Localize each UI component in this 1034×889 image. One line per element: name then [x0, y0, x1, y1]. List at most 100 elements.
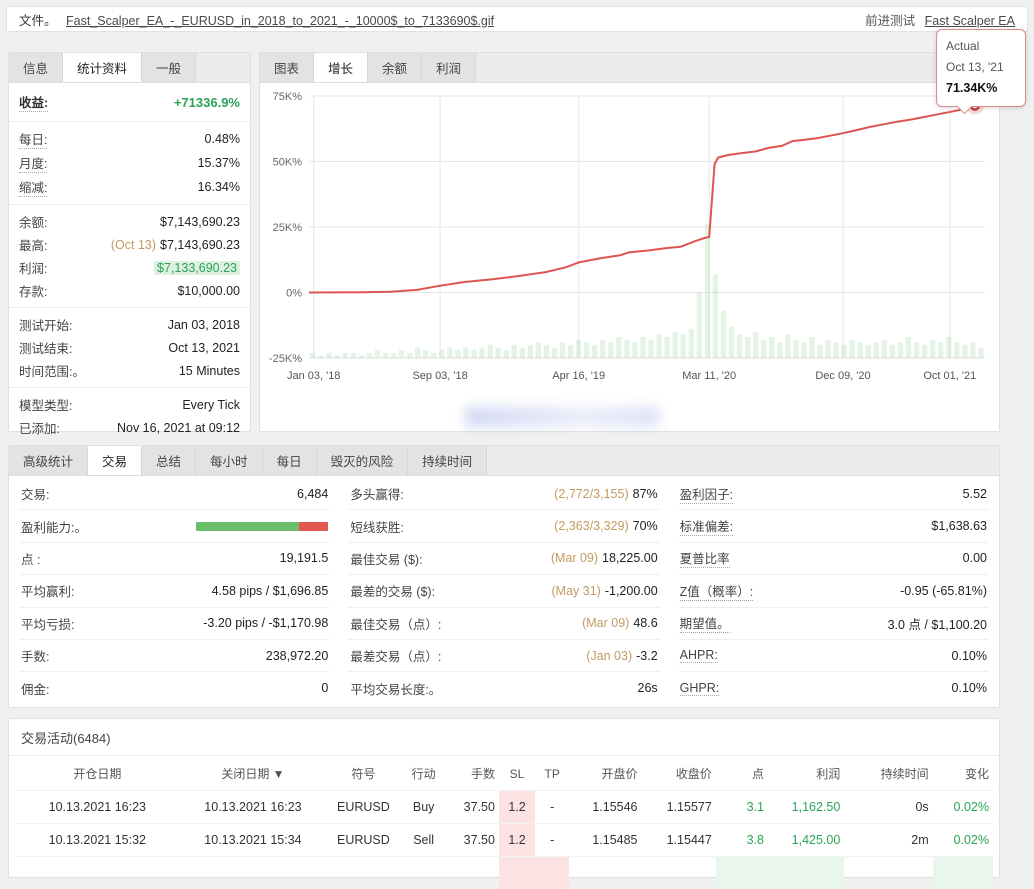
tab-statistics[interactable]: 统计资料: [63, 53, 142, 82]
svg-text:25K%: 25K%: [273, 222, 303, 234]
stat-cell: 最差的交易 ($):(May 31)-1,200.00: [348, 575, 659, 607]
info-label: 已添加:: [19, 418, 60, 437]
stat-value: 238,972.20: [266, 649, 329, 663]
tab-info[interactable]: 信息: [9, 53, 63, 82]
stat-value: -0.95 (-65.81%): [900, 584, 987, 598]
forward-test-link[interactable]: Fast Scalper EA: [925, 14, 1015, 28]
info-row: 时间范围:。15 Minutes: [9, 359, 250, 382]
info-group: 模型类型:Every Tick已添加:Nov 16, 2021 at 09:12: [9, 388, 250, 444]
col-header-open-price[interactable]: 开盘价: [569, 756, 641, 791]
stat-cell: 期望值。 3.0 点 / $1,100.20: [678, 608, 989, 640]
stat-label: 最差交易（点）:: [350, 646, 441, 665]
topbar: 文件。 Fast_Scalper_EA_-_EURUSD_in_2018_to_…: [6, 6, 1028, 32]
stat-value: (Jan 03)-3.2: [586, 649, 657, 663]
col-header-points[interactable]: 点: [716, 756, 768, 791]
tab-duration[interactable]: 持续时间: [408, 446, 487, 475]
cell-duration: 2m: [844, 824, 932, 857]
stat-cell: 平均赢利:4.58 pips / $1,696.85: [19, 575, 330, 607]
stat-value: 26s: [638, 681, 658, 695]
tab-risk-of-ruin[interactable]: 毁灭的风险: [317, 446, 409, 475]
chart-tabstrip: 图表增长余额利润: [260, 53, 999, 83]
stat-cell: 最差交易（点）: (Jan 03)-3.2: [348, 640, 659, 672]
svg-text:50K%: 50K%: [273, 157, 303, 169]
stat-cell: 最佳交易 ($):(Mar 09)18,225.00: [348, 543, 659, 575]
tab-advanced[interactable]: 高级统计: [9, 446, 88, 475]
stat-value-date: (Mar 09): [582, 616, 629, 630]
stat-value: (Mar 09)18,225.00: [551, 551, 658, 565]
info-row: 存款:$10,000.00: [9, 279, 250, 302]
info-value: 15 Minutes: [179, 364, 240, 378]
svg-text:75K%: 75K%: [273, 91, 303, 103]
info-label: 余额:: [19, 212, 47, 231]
col-header-lots[interactable]: 手数: [449, 756, 499, 791]
svg-text:Apr 16, '19: Apr 16, '19: [552, 370, 605, 382]
col-header-close-price[interactable]: 收盘价: [642, 756, 716, 791]
stat-value: 5.52: [963, 487, 987, 501]
tab-chart[interactable]: 图表: [260, 53, 314, 82]
info-row: 测试开始:Jan 03, 2018: [9, 313, 250, 336]
col-header-tp[interactable]: TP: [535, 756, 569, 791]
cell-sl: 1.2: [499, 824, 535, 857]
file-link[interactable]: Fast_Scalper_EA_-_EURUSD_in_2018_to_2021…: [66, 14, 494, 28]
stat-label[interactable]: GHPR:: [680, 681, 720, 696]
trade-row[interactable]: 10.13.2021 15:3210.13.2021 15:34EURUSDSe…: [17, 824, 993, 857]
stat-label[interactable]: 盈利因子:: [680, 484, 733, 504]
col-header-duration[interactable]: 持续时间: [844, 756, 932, 791]
cell-action: Buy: [399, 791, 449, 824]
trade-row-partial[interactable]: [17, 857, 993, 889]
info-value: 15.37%: [198, 156, 240, 170]
stat-label[interactable]: AHPR:: [680, 648, 718, 663]
stat-value: 0.10%: [952, 681, 987, 695]
svg-text:0%: 0%: [286, 288, 302, 300]
info-label[interactable]: 收益:: [19, 92, 48, 112]
stat-cell: 短线获胜:(2,363/3,329)70%: [348, 510, 659, 542]
col-header-action[interactable]: 行动: [399, 756, 449, 791]
stats-tabstrip: 高级统计交易总结每小时每日毁灭的风险持续时间: [9, 446, 999, 476]
stat-cell: AHPR:0.10%: [678, 640, 989, 672]
tab-hourly[interactable]: 每小时: [196, 446, 263, 475]
info-value: Nov 16, 2021 at 09:12: [117, 421, 240, 435]
tab-balance[interactable]: 余额: [368, 53, 422, 82]
info-row: 测试结束:Oct 13, 2021: [9, 336, 250, 359]
tab-summary[interactable]: 总结: [142, 446, 196, 475]
growth-chart[interactable]: 75K%50K%25K%0%-25K%Jan 03, '18Sep 03, '1…: [263, 86, 997, 398]
col-header-symbol[interactable]: 符号: [328, 756, 398, 791]
stat-label[interactable]: Z值（概率）:: [680, 581, 754, 601]
stat-value: 3.0 点 / $1,100.20: [888, 614, 987, 633]
cell-close-price: 1.15577: [642, 791, 716, 824]
stat-label[interactable]: 标准偏差:: [680, 516, 733, 536]
trades-table: 开仓日期关闭日期 ▼符号行动手数SLTP开盘价收盘价点利润持续时间变化10.13…: [17, 756, 993, 889]
tab-growth[interactable]: 增长: [314, 53, 368, 82]
stat-label[interactable]: 期望值。: [680, 613, 730, 633]
col-header-profit[interactable]: 利润: [768, 756, 844, 791]
tab-trades[interactable]: 交易: [88, 446, 142, 475]
tab-daily[interactable]: 每日: [263, 446, 317, 475]
info-label[interactable]: 缩减:: [19, 177, 47, 197]
cell-points: 3.8: [716, 824, 768, 857]
trade-row[interactable]: 10.13.2021 16:2310.13.2021 16:23EURUSDBu…: [17, 791, 993, 824]
info-value: $7,133,690.23: [154, 261, 240, 275]
stat-cell: 手数:238,972.20: [19, 640, 330, 672]
info-group: 每日:0.48%月度:15.37%缩减:16.34%: [9, 122, 250, 205]
stats-grid: 交易:6,484多头赢得:(2,772/3,155)87%盈利因子:5.52盈利…: [9, 476, 999, 704]
cell-profit: [768, 857, 844, 889]
col-header-change[interactable]: 变化: [933, 756, 993, 791]
trading-activity-title: 交易活动(6484): [9, 719, 999, 756]
col-header-close-date[interactable]: 关闭日期 ▼: [178, 756, 329, 791]
col-header-sl[interactable]: SL: [499, 756, 535, 791]
info-label[interactable]: 月度:: [19, 153, 47, 173]
cell-lots: 37.50: [449, 791, 499, 824]
stat-label[interactable]: 夏普比率: [680, 548, 730, 568]
info-value: $10,000.00: [177, 284, 240, 298]
cell-close-price: 1.15447: [642, 824, 716, 857]
info-value: Every Tick: [182, 398, 240, 412]
stat-value: (May 31)-1,200.00: [552, 584, 658, 598]
info-label[interactable]: 每日:: [19, 129, 47, 149]
tab-general[interactable]: 一般: [142, 53, 196, 82]
cell-change: 0.02%: [933, 824, 993, 857]
col-header-open-date[interactable]: 开仓日期: [17, 756, 178, 791]
info-row: 收益:+71336.9%: [9, 88, 250, 116]
tab-profit[interactable]: 利润: [422, 53, 476, 82]
info-value-date: (Oct 13): [111, 238, 156, 252]
svg-text:Oct 01, '21: Oct 01, '21: [923, 370, 976, 382]
